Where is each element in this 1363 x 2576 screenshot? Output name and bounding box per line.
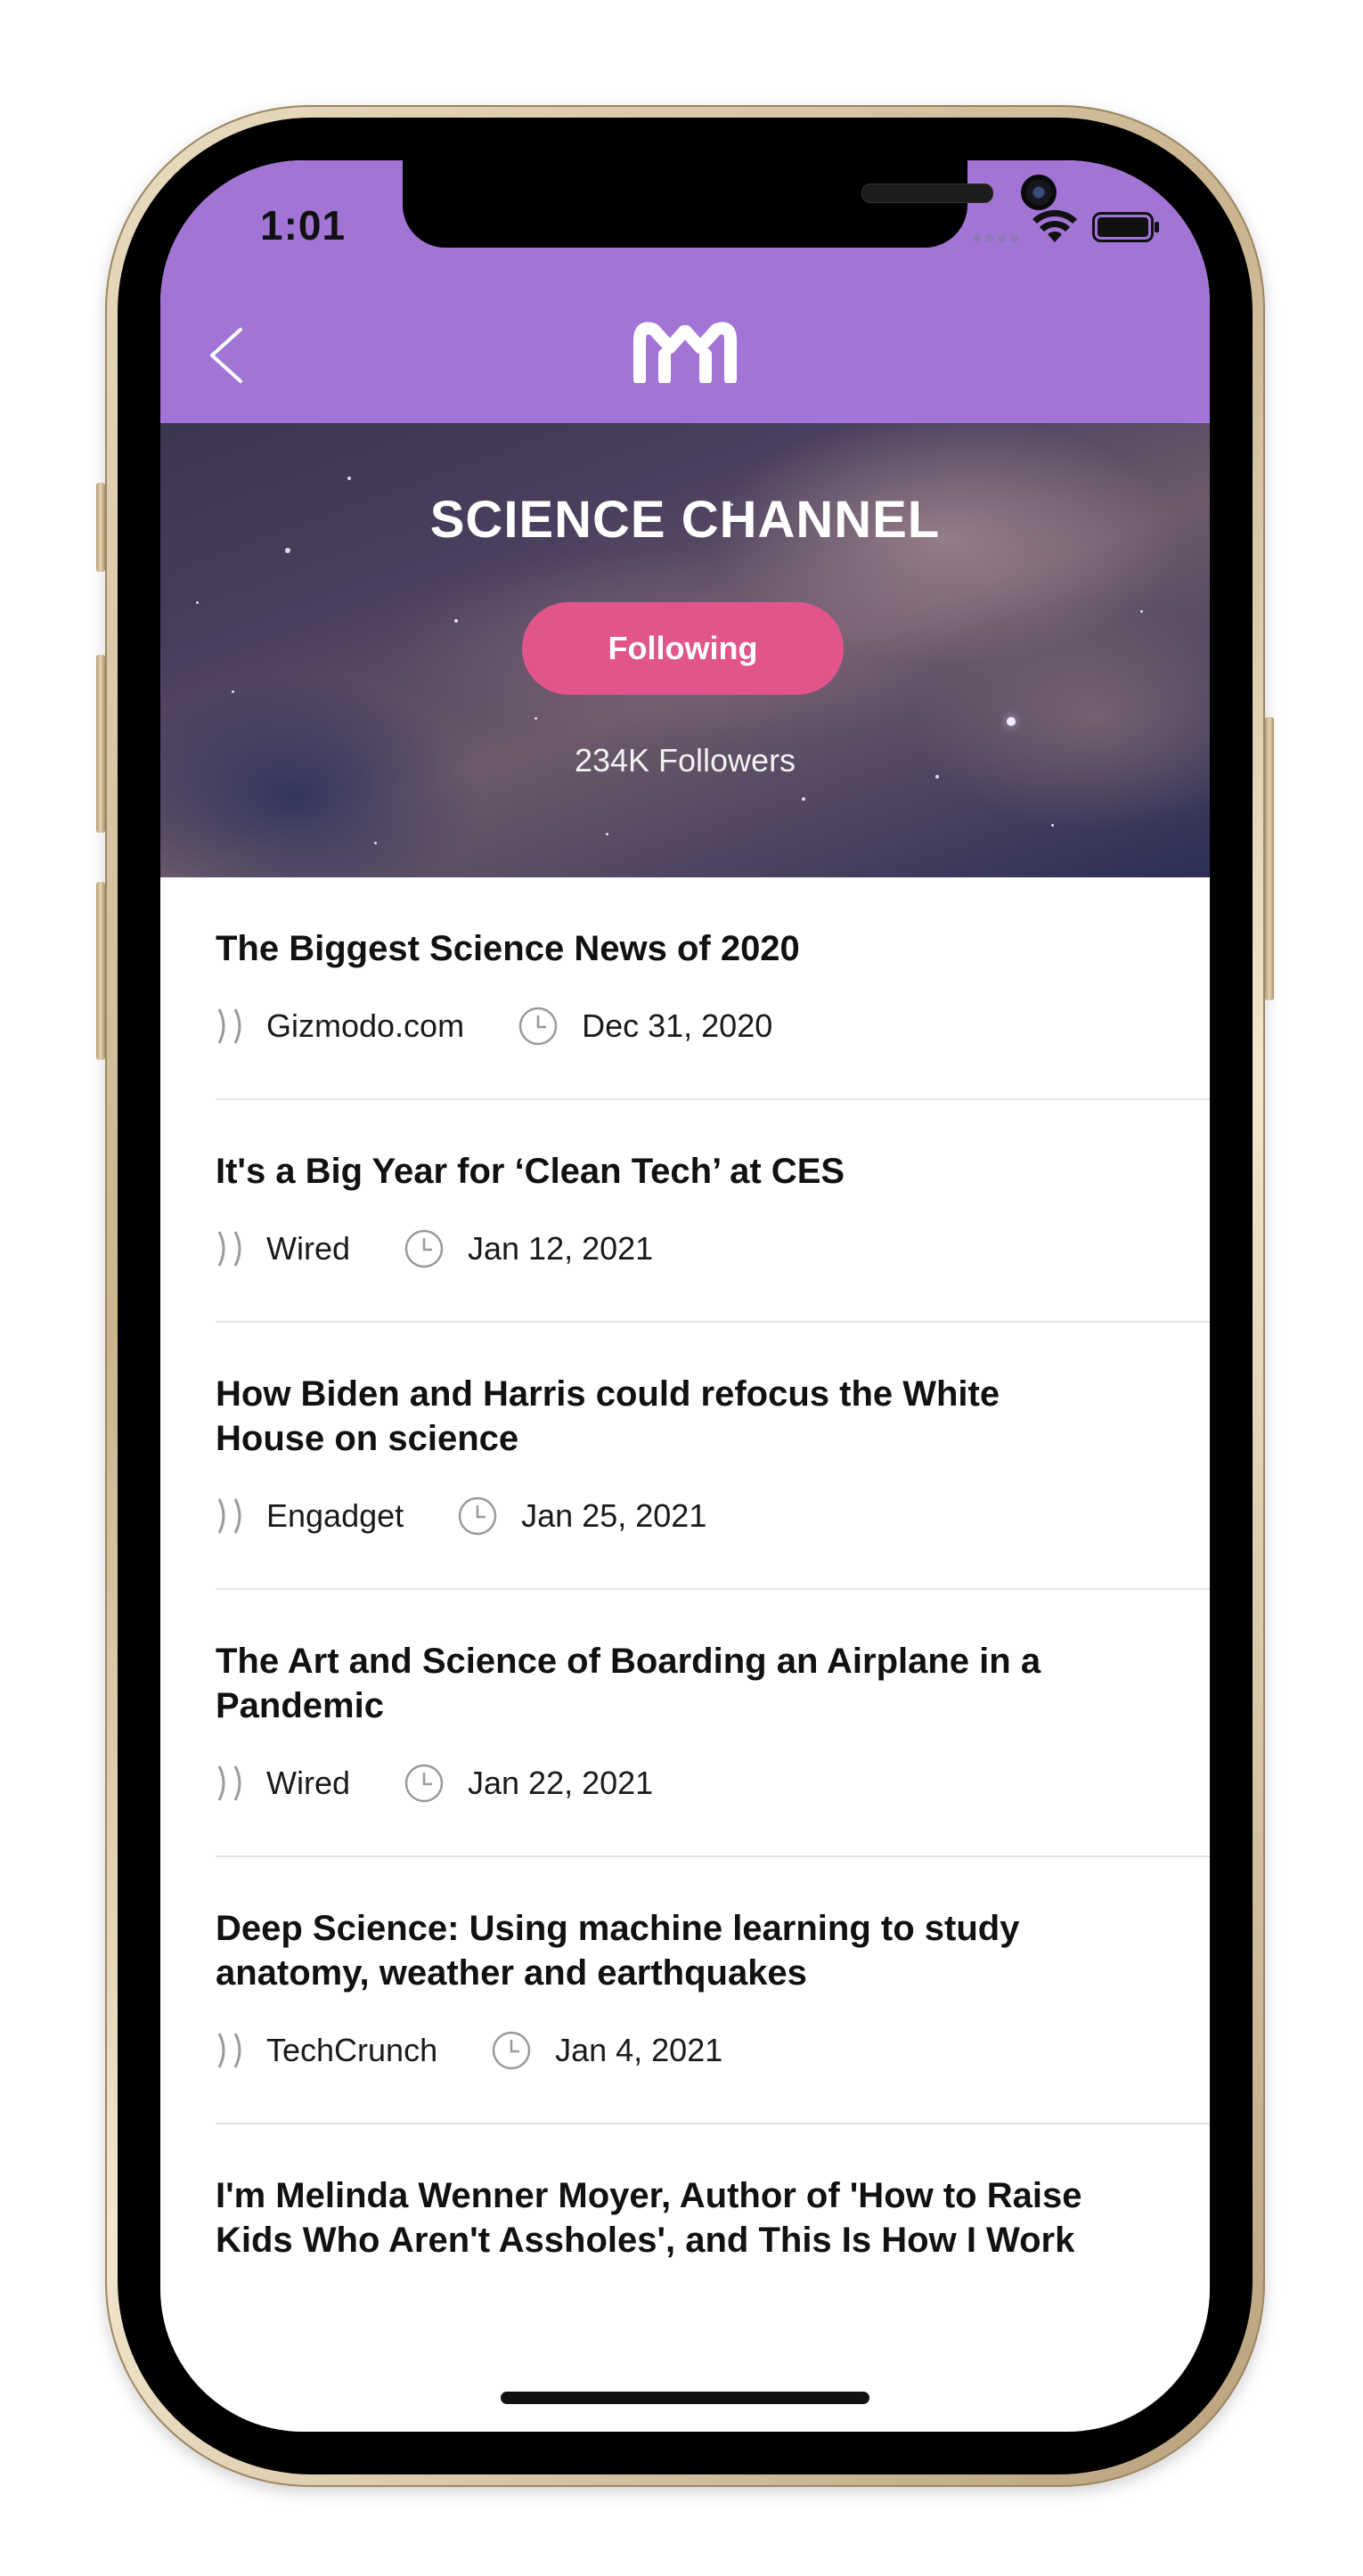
- channel-hero: SCIENCE CHANNEL Following 234K Followers: [160, 423, 1210, 877]
- article-date: Jan 22, 2021: [468, 1765, 654, 1801]
- source-icon: [217, 1765, 241, 1801]
- article-meta: Engadget Jan 25, 2021: [216, 1490, 1210, 1588]
- source-icon: [217, 1231, 241, 1267]
- article-meta: Gizmodo.com Dec 31, 2020: [216, 1000, 1210, 1098]
- cellular-signal-icon: [973, 234, 1018, 242]
- article-meta: Wired Jan 22, 2021: [216, 1757, 1210, 1855]
- list-item[interactable]: The Art and Science of Boarding an Airpl…: [216, 1590, 1210, 1857]
- mm-logo-icon[interactable]: [633, 321, 738, 383]
- clock-icon: [492, 2031, 531, 2070]
- article-source: Wired: [266, 1765, 351, 1801]
- article-title: I'm Melinda Wenner Moyer, Author of 'How…: [216, 2176, 1082, 2260]
- device-notch: [403, 160, 1057, 248]
- article-meta: Wired Jan 12, 2021: [216, 1223, 1210, 1321]
- article-date: Dec 31, 2020: [582, 1007, 773, 1044]
- clock-icon: [458, 1496, 497, 1536]
- article-date: Jan 12, 2021: [468, 1230, 654, 1267]
- article-source: TechCrunch: [266, 2032, 438, 2068]
- clock-icon: [404, 1764, 444, 1803]
- article-date: Jan 4, 2021: [555, 2032, 723, 2068]
- speaker-grille: [861, 183, 993, 203]
- source-icon: [217, 1008, 241, 1044]
- article-title: The Biggest Science News of 2020: [216, 929, 800, 968]
- article-source: Gizmodo.com: [266, 1007, 465, 1044]
- article-title: How Biden and Harris could refocus the W…: [216, 1374, 1000, 1458]
- source-icon: [217, 1498, 241, 1534]
- page: 1:01 SCIENCE CHANNEL Following 234K Foll…: [0, 0, 1363, 2576]
- list-item[interactable]: The Biggest Science News of 2020 Gizmodo…: [216, 877, 1210, 1100]
- article-date: Jan 25, 2021: [521, 1497, 707, 1534]
- clock-icon: [404, 1229, 444, 1268]
- list-item[interactable]: How Biden and Harris could refocus the W…: [216, 1323, 1210, 1590]
- channel-title: SCIENCE CHANNEL: [429, 491, 941, 549]
- front-camera: [1021, 175, 1057, 210]
- side-button-volume-down: [96, 882, 105, 1060]
- nav-bar: 1:01: [160, 160, 1210, 423]
- article-source: Wired: [266, 1230, 351, 1267]
- article-list: The Biggest Science News of 2020 Gizmodo…: [160, 877, 1210, 2262]
- article-meta: TechCrunch Jan 4, 2021: [216, 2025, 1210, 2123]
- wifi-icon: [1032, 209, 1077, 242]
- status-time: 1:01: [260, 202, 347, 249]
- side-button-silent: [96, 483, 105, 572]
- followers-count: 234K Followers: [574, 742, 796, 779]
- source-icon: [217, 2033, 241, 2068]
- back-chevron-icon[interactable]: [207, 326, 246, 385]
- list-item[interactable]: It's a Big Year for ‘Clean Tech’ at CES …: [216, 1100, 1210, 1323]
- battery-icon: [1092, 212, 1159, 242]
- list-item[interactable]: Deep Science: Using machine learning to …: [216, 1857, 1210, 2124]
- side-button-volume-up: [96, 655, 105, 833]
- screen: 1:01 SCIENCE CHANNEL Following 234K Foll…: [160, 160, 1210, 2432]
- article-title: The Art and Science of Boarding an Airpl…: [216, 1642, 1041, 1725]
- article-title: It's a Big Year for ‘Clean Tech’ at CES: [216, 1152, 845, 1191]
- clock-icon: [518, 1007, 558, 1046]
- list-item[interactable]: I'm Melinda Wenner Moyer, Author of 'How…: [216, 2124, 1210, 2262]
- article-source: Engadget: [266, 1497, 404, 1534]
- article-title: Deep Science: Using machine learning to …: [216, 1909, 1020, 1993]
- home-indicator[interactable]: [501, 2392, 869, 2404]
- following-button[interactable]: Following: [522, 602, 844, 695]
- side-button-power: [1265, 717, 1274, 1000]
